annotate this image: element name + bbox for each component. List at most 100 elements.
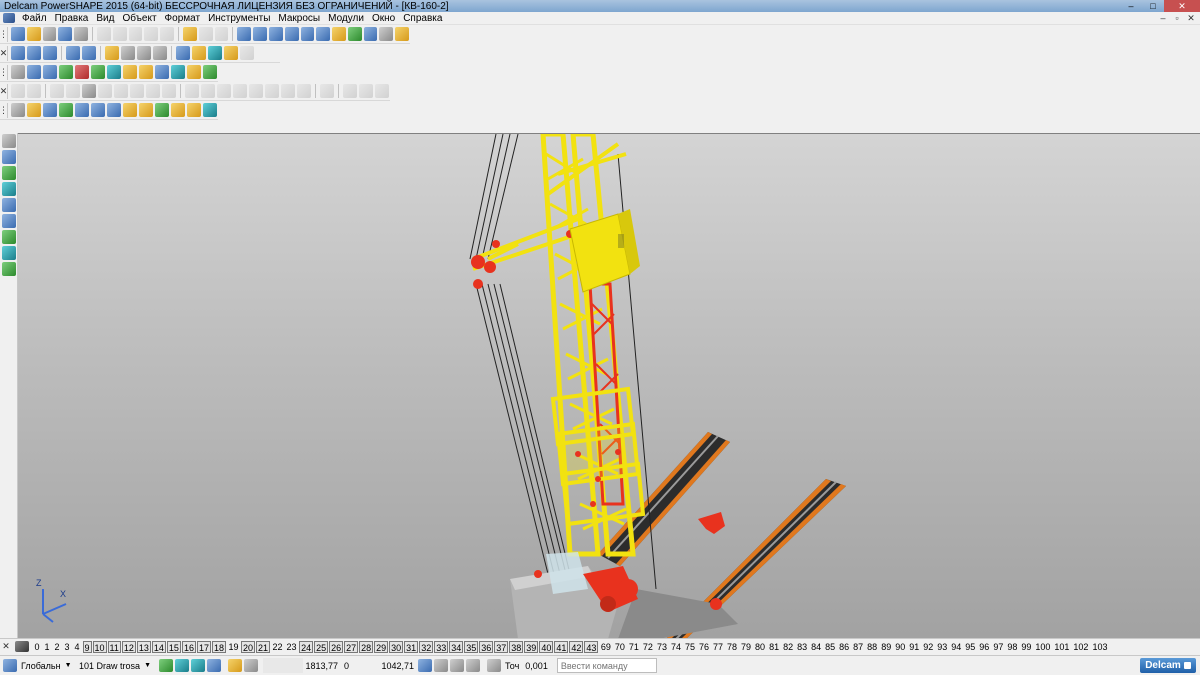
level-button[interactable]: 15 (166, 640, 181, 653)
level-button[interactable]: 9 (82, 640, 92, 653)
level-button[interactable]: 100 (1034, 641, 1052, 653)
level-button[interactable]: 87 (852, 641, 865, 653)
paste-special-icon[interactable] (144, 27, 159, 41)
curve-tool-icon[interactable] (2, 198, 16, 212)
pan-icon[interactable] (105, 46, 119, 60)
disabled-tool-icon[interactable] (201, 84, 215, 98)
level-button[interactable]: 37 (494, 640, 509, 653)
level-button[interactable]: 3 (63, 641, 72, 653)
menu-window[interactable]: Окно (368, 13, 399, 24)
table-icon[interactable] (11, 65, 25, 79)
level-button[interactable]: 80 (754, 641, 767, 653)
level-button[interactable]: 36 (479, 640, 494, 653)
printer-icon[interactable] (487, 659, 501, 672)
level-button[interactable]: 2 (53, 641, 62, 653)
level-button[interactable]: 31 (404, 640, 419, 653)
delete-icon[interactable] (160, 27, 174, 41)
level-button[interactable]: 16 (181, 640, 196, 653)
wireframe-icon[interactable] (363, 27, 378, 41)
doc-close-button[interactable]: ✕ (1184, 12, 1198, 24)
close-button[interactable]: ✕ (1164, 0, 1200, 12)
disabled-tool-icon[interactable] (185, 84, 199, 98)
line-tool-icon[interactable] (2, 166, 16, 180)
text-tool-icon[interactable] (2, 262, 16, 276)
solid-icon[interactable] (75, 65, 89, 79)
disabled-tool-icon[interactable] (233, 84, 247, 98)
info-icon[interactable] (155, 65, 169, 79)
3d-viewport[interactable]: X Z (18, 133, 1200, 638)
box-icon[interactable] (123, 65, 137, 79)
level-button[interactable]: 73 (655, 641, 668, 653)
morph-icon[interactable] (155, 103, 169, 117)
wrap-icon[interactable] (171, 103, 185, 117)
redo-icon[interactable] (198, 27, 213, 41)
disabled-tool-icon[interactable] (265, 84, 279, 98)
level-button[interactable]: 83 (796, 641, 809, 653)
zoom-in-icon[interactable] (137, 46, 151, 60)
new-file-icon[interactable] (11, 27, 25, 41)
disabled-tool-icon[interactable] (359, 84, 373, 98)
level-button[interactable]: 29 (374, 640, 389, 653)
project-icon[interactable] (203, 103, 217, 117)
level-button[interactable]: 41 (554, 640, 569, 653)
level-button[interactable]: 103 (1091, 641, 1109, 653)
style-icon[interactable] (159, 659, 173, 672)
level-button[interactable]: 0 (33, 641, 42, 653)
level-button[interactable]: 21 (256, 640, 271, 653)
redo-list-icon[interactable] (214, 27, 229, 41)
level-button[interactable]: 25 (314, 640, 329, 653)
level-button[interactable]: 20 (241, 640, 256, 653)
disabled-tool-icon[interactable] (297, 84, 311, 98)
workplane-icon[interactable] (2, 150, 16, 164)
level-button[interactable]: 89 (880, 641, 893, 653)
menu-format[interactable]: Формат (161, 13, 205, 24)
level-button[interactable]: 34 (449, 640, 464, 653)
level-button[interactable]: 12 (121, 640, 136, 653)
toolbar-grip[interactable]: ⋮ (0, 64, 8, 80)
stack-icon[interactable] (139, 65, 153, 79)
menu-modules[interactable]: Модули (324, 13, 368, 24)
menu-edit[interactable]: Правка (51, 13, 93, 24)
level-button[interactable]: 99 (1020, 641, 1033, 653)
level-button[interactable]: 96 (978, 641, 991, 653)
level-button[interactable]: 43 (584, 640, 599, 653)
paste-icon[interactable] (128, 27, 143, 41)
level-button[interactable]: 23 (285, 641, 298, 653)
level-button[interactable]: 90 (894, 641, 907, 653)
lighting-icon[interactable] (224, 46, 238, 60)
toolbar-grip[interactable]: ✕ (0, 45, 8, 61)
level-button[interactable]: 98 (1006, 641, 1019, 653)
view-iso2-icon[interactable] (82, 46, 96, 60)
shaded-icon[interactable] (347, 27, 362, 41)
disabled-tool-icon[interactable] (11, 84, 25, 98)
export-icon[interactable] (203, 65, 217, 79)
model-icon[interactable] (43, 65, 57, 79)
units-icon[interactable] (466, 659, 480, 672)
line-icon[interactable] (316, 27, 331, 41)
solid-style-icon[interactable] (191, 659, 205, 672)
arrow-icon[interactable] (107, 65, 121, 79)
level-button[interactable]: 13 (136, 640, 151, 653)
undo-icon[interactable] (182, 27, 197, 41)
print-icon[interactable] (74, 27, 88, 41)
maximize-button[interactable]: □ (1142, 0, 1164, 12)
toolbar-grip[interactable]: ✕ (0, 83, 8, 99)
calculator-icon[interactable] (418, 659, 432, 672)
solid-tool-icon[interactable] (2, 230, 16, 244)
lasso-icon[interactable] (332, 27, 346, 41)
level-button[interactable]: 84 (810, 641, 823, 653)
levels-icon[interactable] (15, 641, 29, 652)
zoom-icon[interactable] (121, 46, 135, 60)
level-select[interactable]: 101 Draw trosa ▼ (76, 658, 158, 673)
color-icon[interactable] (207, 659, 221, 672)
import-icon[interactable] (42, 27, 57, 41)
level-button[interactable]: 79 (740, 641, 753, 653)
level-button[interactable]: 92 (922, 641, 935, 653)
dimension-tool-icon[interactable] (2, 246, 16, 260)
level-button[interactable]: 33 (434, 640, 449, 653)
level-button[interactable]: 76 (697, 641, 710, 653)
doc-restore-button[interactable]: ▫ (1170, 12, 1184, 24)
level-button[interactable]: 4 (73, 641, 82, 653)
select-arrow-icon[interactable] (2, 134, 16, 148)
shape-icon[interactable] (171, 65, 185, 79)
